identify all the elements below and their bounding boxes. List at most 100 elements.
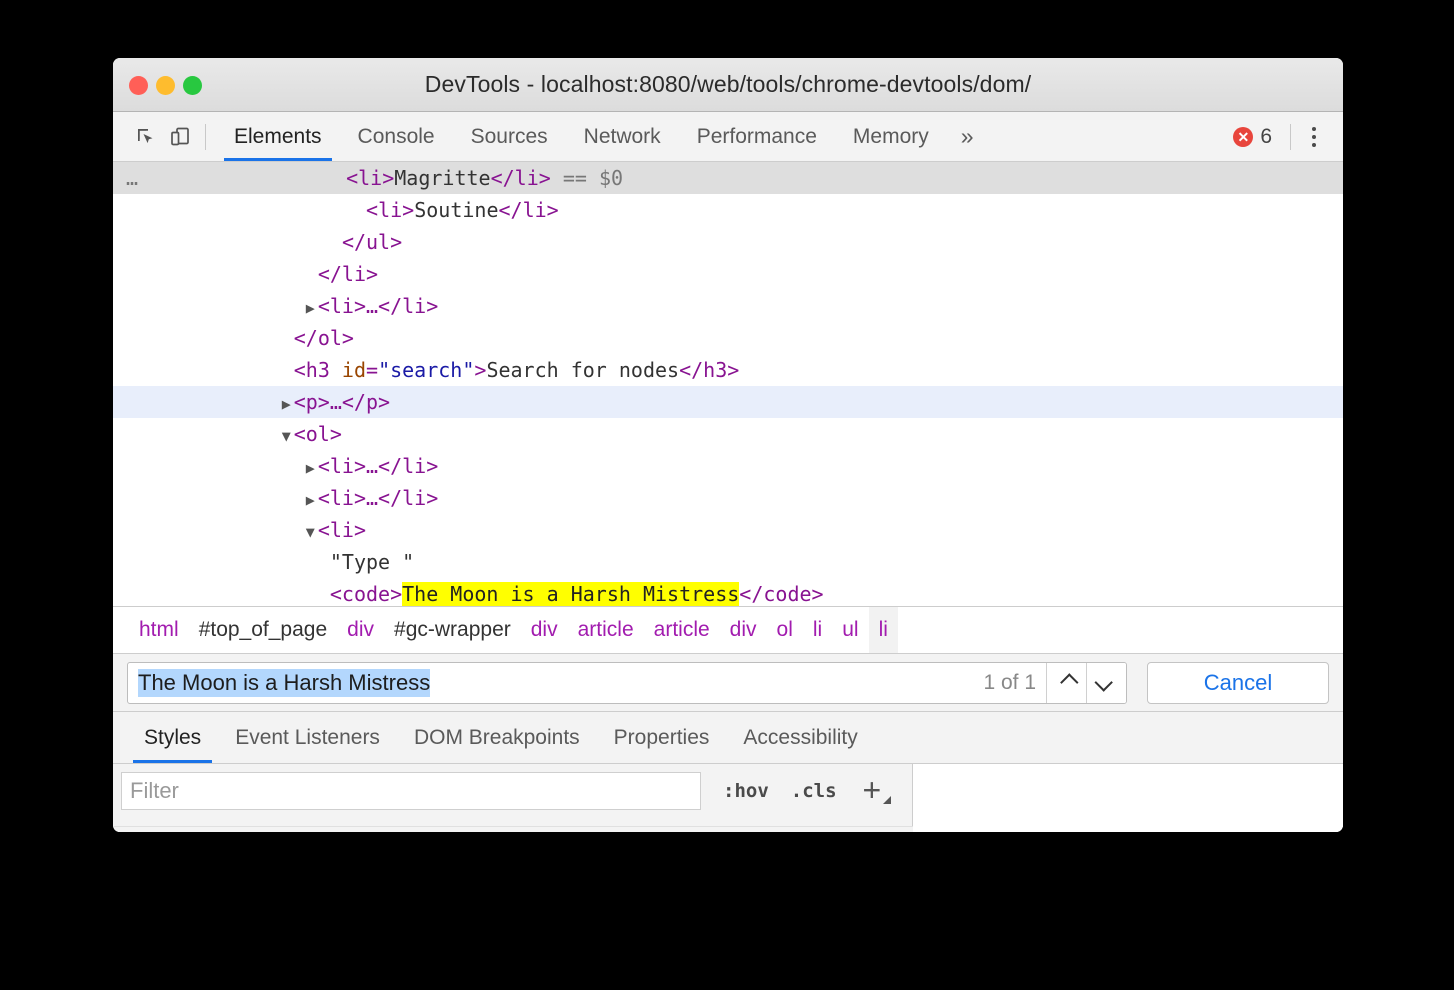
breadcrumb-item-div[interactable]: div	[720, 606, 767, 654]
dom-tree-row[interactable]: ▶<li>…</li>	[113, 290, 1343, 322]
expand-triangle-icon[interactable]: ▶	[306, 299, 315, 317]
breadcrumb[interactable]: html#top_of_pagediv#gc-wrapperdivarticle…	[113, 606, 1343, 654]
dom-token-tk: </li>	[491, 166, 551, 190]
dom-token-tk: <code>	[330, 582, 402, 606]
tab-sources[interactable]: Sources	[453, 112, 566, 161]
tab-event-listeners-label: Event Listeners	[235, 726, 380, 750]
dom-tree-row[interactable]: …<li>Magritte</li> == $0	[113, 162, 1343, 194]
search-prev-button[interactable]	[1046, 663, 1086, 703]
cancel-button[interactable]: Cancel	[1147, 662, 1329, 704]
error-count: 6	[1260, 125, 1272, 149]
breadcrumb-item-div[interactable]: div	[521, 606, 568, 654]
dom-tree-row[interactable]: "Type "	[113, 546, 1343, 578]
dom-tree-row[interactable]: ▼<li>	[113, 514, 1343, 546]
dom-token-dim: == $0	[551, 166, 623, 190]
dom-tree-row[interactable]: ▶<li>…</li>	[113, 450, 1343, 482]
traffic-lights	[129, 76, 202, 95]
collapse-triangle-icon[interactable]: ▼	[306, 523, 315, 541]
expand-triangle-icon[interactable]: ▶	[306, 491, 315, 509]
expand-triangle-icon[interactable]: ▶	[282, 395, 291, 413]
dom-tree-row[interactable]: ▶<li>…</li>	[113, 482, 1343, 514]
dom-token-tk: </li>	[318, 262, 378, 286]
dom-token-tx: Search for nodes	[486, 358, 679, 382]
dom-token-tk: <li>	[366, 198, 414, 222]
minimize-window-button[interactable]	[156, 76, 175, 95]
dom-tree-panel[interactable]: …<li>Magritte</li> == $0<li>Soutine</li>…	[113, 162, 1343, 606]
dom-overflow-button[interactable]: …	[113, 166, 139, 190]
dom-token-tk: =	[366, 358, 378, 382]
tab-properties[interactable]: Properties	[597, 712, 727, 763]
devtools-toolbar: Elements Console Sources Network Perform…	[113, 112, 1343, 162]
sidebar-tab-list: Styles Event Listeners DOM Breakpoints P…	[113, 712, 1343, 764]
tab-styles[interactable]: Styles	[127, 712, 218, 763]
search-field-wrapper[interactable]: The Moon is a Harsh Mistress 1 of 1	[127, 662, 1127, 704]
panel-tab-list: Elements Console Sources Network Perform…	[216, 112, 988, 161]
breadcrumb-item-ol[interactable]: ol	[767, 606, 803, 654]
dom-token-tk: <li>	[318, 518, 366, 542]
dom-token-tk: <li>	[318, 454, 366, 478]
dom-token-tk: </p>	[342, 390, 390, 414]
breadcrumb-item-article[interactable]: article	[568, 606, 644, 654]
tab-performance[interactable]: Performance	[679, 112, 835, 161]
chevron-up-icon	[1060, 673, 1078, 691]
dom-tree-row[interactable]: ▼<ol>	[113, 418, 1343, 450]
tab-event-listeners[interactable]: Event Listeners	[218, 712, 397, 763]
search-input[interactable]: The Moon is a Harsh Mistress	[138, 669, 430, 697]
device-toolbar-icon[interactable]	[163, 120, 197, 154]
hov-toggle-button[interactable]: :hov	[723, 780, 769, 802]
breadcrumb-item-gc-wrapper[interactable]: #gc-wrapper	[384, 606, 521, 654]
more-options-icon[interactable]	[1299, 120, 1329, 154]
inspect-element-icon[interactable]	[129, 120, 163, 154]
breadcrumb-item-article[interactable]: article	[644, 606, 720, 654]
cls-toggle-button[interactable]: .cls	[791, 780, 837, 802]
dom-tree-row[interactable]: </li>	[113, 258, 1343, 290]
tab-sources-label: Sources	[471, 125, 548, 149]
dom-tree-row[interactable]: </ul>	[113, 226, 1343, 258]
dom-tree-row[interactable]: <h3 id="search">Search for nodes</h3>	[113, 354, 1343, 386]
tab-performance-label: Performance	[697, 125, 817, 149]
more-tabs-icon[interactable]: »	[947, 123, 988, 150]
error-circle-icon: ✕	[1233, 127, 1253, 147]
window-title: DevTools - localhost:8080/web/tools/chro…	[113, 71, 1343, 98]
tab-console[interactable]: Console	[340, 112, 453, 161]
styles-filter-field[interactable]: Filter	[121, 772, 701, 810]
tab-accessibility[interactable]: Accessibility	[726, 712, 874, 763]
styles-pane: Filter :hov .cls +	[113, 764, 1343, 832]
breadcrumb-item-li[interactable]: li	[803, 606, 832, 654]
breadcrumb-item-li[interactable]: li	[869, 606, 898, 654]
search-next-button[interactable]	[1086, 663, 1126, 703]
dom-tree-row[interactable]: </ol>	[113, 322, 1343, 354]
tab-memory-label: Memory	[853, 125, 929, 149]
tab-memory[interactable]: Memory	[835, 112, 947, 161]
breadcrumb-item-ul[interactable]: ul	[832, 606, 868, 654]
dom-tree-row[interactable]: <code>The Moon is a Harsh Mistress</code…	[113, 578, 1343, 606]
dom-token-tk: <li>	[318, 486, 366, 510]
maximize-window-button[interactable]	[183, 76, 202, 95]
dom-token-tx: "Type "	[330, 550, 414, 574]
expand-triangle-icon[interactable]: ▶	[306, 459, 315, 477]
dom-token-tk: </ol>	[294, 326, 354, 350]
breadcrumb-item-topofpage[interactable]: #top_of_page	[189, 606, 337, 654]
computed-box-model-pane	[913, 764, 1343, 832]
collapse-triangle-icon[interactable]: ▼	[282, 427, 291, 445]
tab-dom-breakpoints-label: DOM Breakpoints	[414, 726, 580, 750]
new-style-rule-button[interactable]: +	[863, 774, 882, 806]
tab-elements[interactable]: Elements	[216, 112, 340, 161]
dom-tree-row[interactable]: <li>Soutine</li>	[113, 194, 1343, 226]
tab-properties-label: Properties	[614, 726, 710, 750]
error-badge[interactable]: ✕ 6	[1223, 125, 1282, 149]
devtools-window: DevTools - localhost:8080/web/tools/chro…	[113, 58, 1343, 832]
breadcrumb-item-html[interactable]: html	[129, 606, 189, 654]
styles-scrollbar[interactable]	[113, 826, 913, 832]
dom-token-tk: <h3	[294, 358, 342, 382]
tab-network[interactable]: Network	[566, 112, 679, 161]
breadcrumb-item-div[interactable]: div	[337, 606, 384, 654]
close-window-button[interactable]	[129, 76, 148, 95]
dom-token-tk: </ul>	[342, 230, 402, 254]
dom-token-tk: <li>	[346, 166, 394, 190]
tab-dom-breakpoints[interactable]: DOM Breakpoints	[397, 712, 597, 763]
tab-console-label: Console	[358, 125, 435, 149]
dom-token-tk: …	[366, 486, 378, 510]
dom-token-an: id	[342, 358, 366, 382]
dom-tree-row[interactable]: ▶<p>…</p>	[113, 386, 1343, 418]
